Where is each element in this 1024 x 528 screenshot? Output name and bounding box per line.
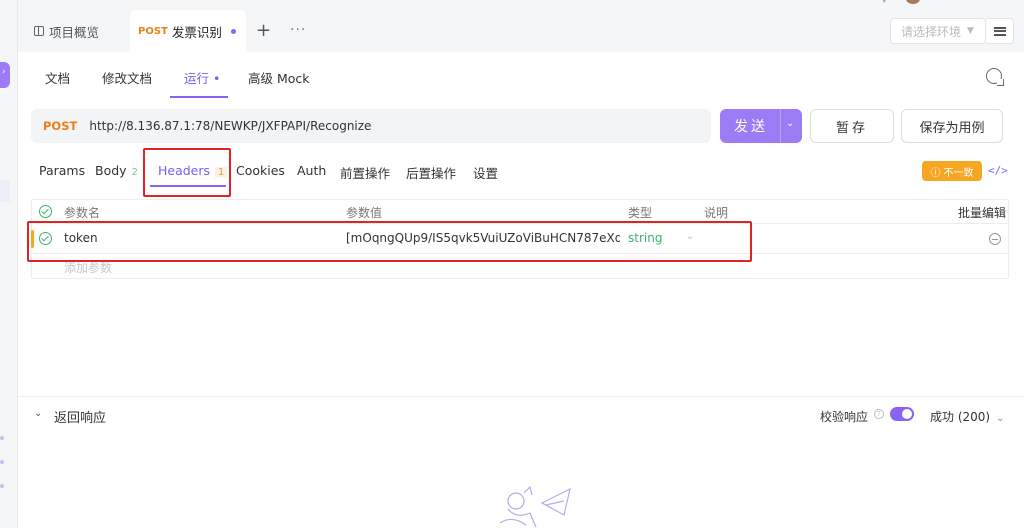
tab-label: 发票识别 — [171, 24, 222, 40]
save-as-case-button[interactable]: 保存为用例 — [901, 109, 1003, 143]
sidebar-dot — [0, 460, 4, 464]
tab-body[interactable]: Body 2 — [95, 163, 138, 178]
more-tabs-button[interactable]: ··· — [290, 22, 306, 38]
column-value: 参数值 — [346, 206, 383, 220]
remove-row-icon[interactable] — [989, 233, 1001, 245]
subtab-run-label: 运行 — [184, 71, 210, 86]
tab-body-count: 2 — [131, 167, 138, 178]
response-section: ⌄ 返回响应 校验响应 ? 成功 (200) ⌄ — [18, 396, 1024, 528]
left-sidebar-strip: › — [0, 0, 18, 528]
chevron-right-icon: › — [2, 67, 6, 77]
sidebar-collapse-button[interactable]: › — [0, 62, 10, 88]
send-button[interactable]: 发送 ⌄ — [720, 109, 802, 143]
tab-label: 项目概览 — [49, 24, 100, 40]
mismatch-label: 不一致 — [943, 167, 974, 179]
subtab-run[interactable]: 运行 • — [184, 68, 220, 87]
tab-auth[interactable]: Auth — [297, 163, 326, 178]
tab-cookies[interactable]: Cookies — [236, 163, 285, 178]
chevron-down-icon[interactable]: ⌄ — [786, 118, 794, 129]
layout-icon — [34, 26, 44, 36]
environment-placeholder: 请选择环境 — [901, 24, 962, 39]
subtab-advanced-mock[interactable]: 高级 Mock — [248, 68, 310, 87]
empty-state-illustration — [499, 485, 571, 528]
check-all-icon[interactable] — [39, 205, 52, 218]
top-strip: ▾ — [18, 0, 1024, 10]
tab-settings[interactable]: 设置 — [473, 163, 498, 182]
validate-response-label: 校验响应 — [820, 410, 869, 424]
chevron-down-icon[interactable]: ⌄ — [34, 408, 42, 419]
environment-select[interactable]: 请选择环境 ▼ — [890, 18, 986, 44]
avatar[interactable] — [906, 0, 920, 4]
comment-icon[interactable] — [986, 68, 1004, 86]
method-select[interactable]: POST — [43, 119, 77, 133]
save-draft-button[interactable]: 暂存 — [810, 109, 894, 143]
response-status-select[interactable]: 成功 (200) ⌄ — [930, 408, 1004, 425]
chevron-down-icon: ⌄ — [996, 413, 1005, 424]
bulk-edit-button[interactable]: 批量编辑 — [958, 204, 1006, 221]
help-icon[interactable]: ? — [874, 409, 884, 419]
subtab-edit-docs[interactable]: 修改文档 — [102, 68, 152, 87]
sidebar-dot — [0, 436, 4, 440]
send-label: 发送 — [734, 119, 768, 135]
tab-pre-operations[interactable]: 前置操作 — [340, 163, 390, 182]
environment-menu-button[interactable] — [986, 18, 1014, 44]
add-tab-button[interactable]: + — [256, 20, 271, 41]
url-bar[interactable]: POST http://8.136.87.1:78/NEWKP/JXFPAPI/… — [31, 109, 711, 143]
column-type: 类型 — [628, 206, 653, 220]
subtab-docs[interactable]: 文档 — [45, 68, 70, 87]
validate-response-toggle[interactable] — [890, 407, 914, 421]
warning-icon: ⓘ — [930, 167, 941, 179]
request-panel: 文档 修改文档 运行 • 高级 Mock POST http://8.136.8… — [18, 52, 1024, 396]
chevron-down-icon: ▼ — [967, 26, 974, 36]
chevron-down-icon[interactable]: ▾ — [882, 0, 887, 6]
code-icon[interactable]: </> — [988, 164, 1008, 177]
mismatch-badge[interactable]: ⓘ 不一致 — [922, 161, 982, 181]
sidebar-active-item[interactable] — [0, 180, 10, 202]
tab-bar: 项目概览 POST 发票识别 + ··· 请选择环境 ▼ — [18, 10, 1024, 52]
unsaved-dot — [231, 29, 236, 34]
tab-body-label: Body — [95, 163, 127, 178]
send-divider — [780, 109, 781, 143]
sidebar-dot — [0, 484, 4, 488]
column-name: 参数名 — [64, 206, 101, 220]
headers-tab-highlight-box — [143, 148, 231, 197]
response-status-label: 成功 (200) — [930, 410, 991, 424]
tab-params[interactable]: Params — [39, 163, 85, 178]
token-row-highlight-box — [27, 221, 752, 262]
subtab-active-indicator — [170, 96, 228, 98]
url-input[interactable]: http://8.136.87.1:78/NEWKP/JXFPAPI/Recog… — [89, 119, 371, 133]
tab-post-operations[interactable]: 后置操作 — [406, 163, 456, 182]
tab-project-overview[interactable]: 项目概览 — [30, 10, 130, 52]
menu-icon — [993, 26, 1006, 36]
tab-method: POST — [138, 25, 168, 37]
tab-invoice-recognize[interactable]: POST 发票识别 — [130, 10, 246, 52]
column-description: 说明 — [704, 206, 729, 220]
response-title[interactable]: 返回响应 — [54, 407, 106, 426]
